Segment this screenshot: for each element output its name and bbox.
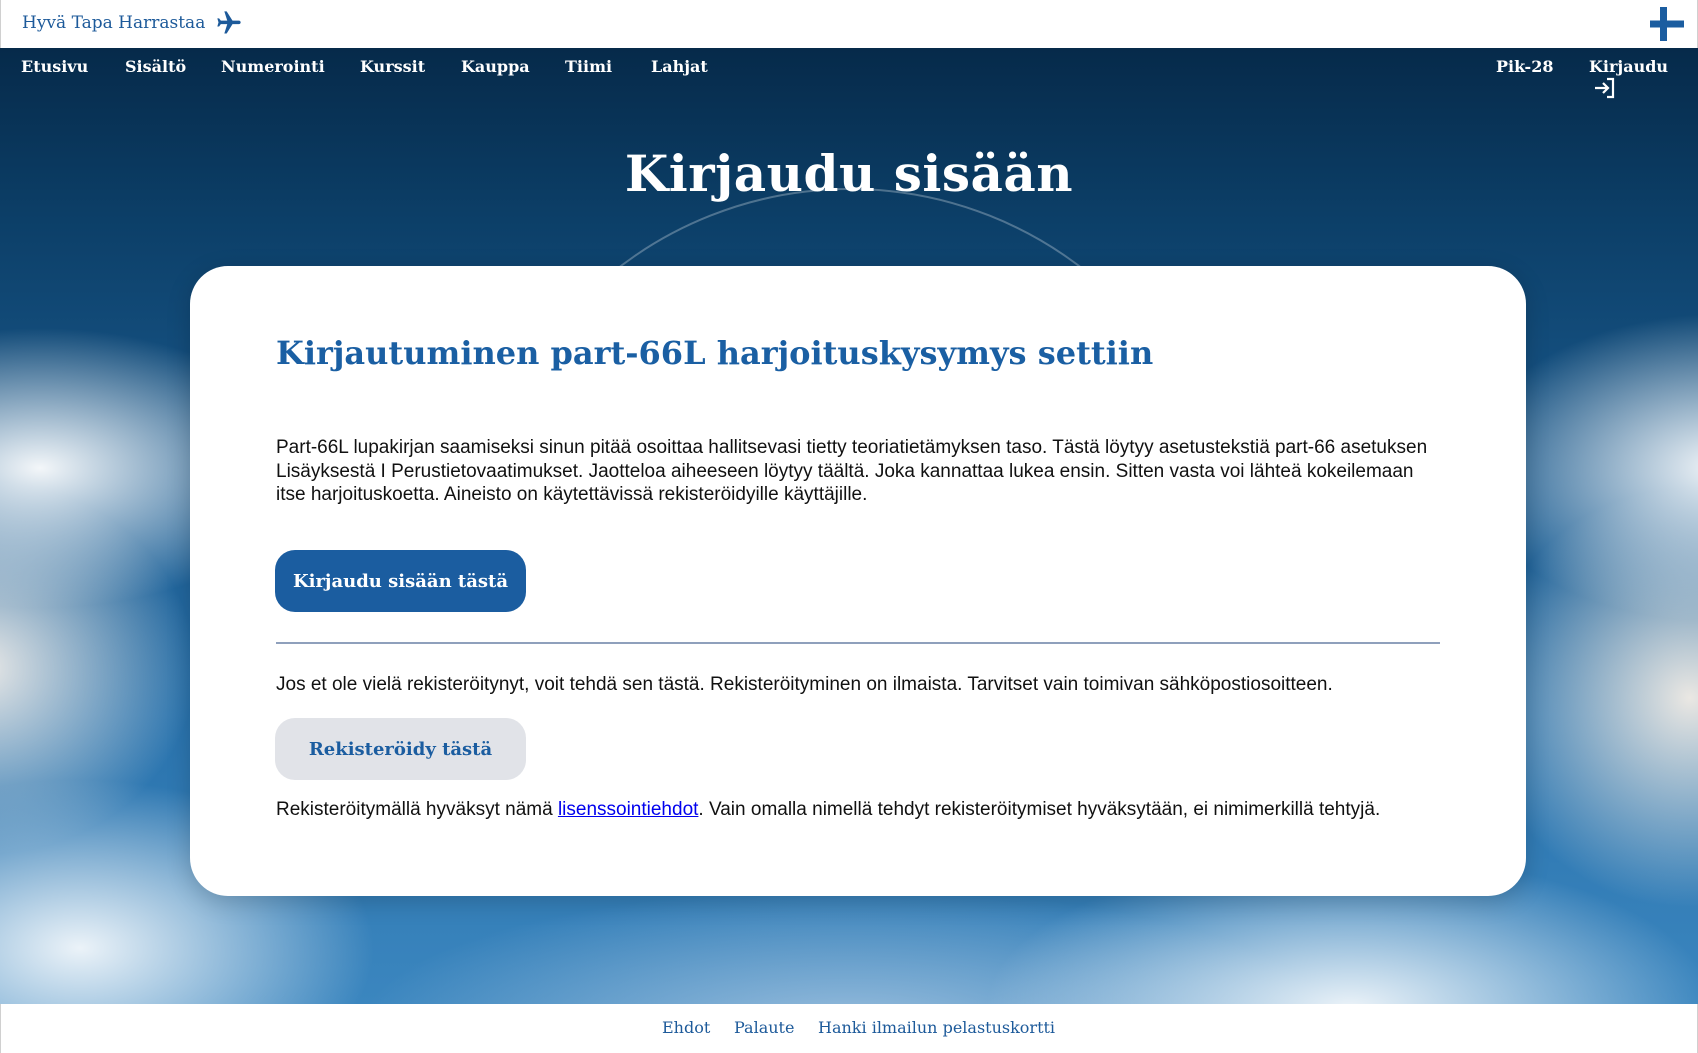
footer-link-ehdot[interactable]: Ehdot xyxy=(662,1018,710,1037)
login-arrow-icon xyxy=(1595,77,1615,99)
license-suffix: . Vain omalla nimellä tehdyt rekisteröit… xyxy=(698,799,1381,820)
top-bar: Hyvä Tapa Harrastaa xyxy=(0,0,1698,48)
nav-item-etusivu[interactable]: Etusivu xyxy=(21,57,88,76)
nav-item-tiimi[interactable]: Tiimi xyxy=(565,57,612,76)
nav-item-lahjat[interactable]: Lahjat xyxy=(651,57,708,76)
footer-link-pelastuskortti[interactable]: Hanki ilmailun pelastuskortti xyxy=(818,1018,1055,1037)
login-button[interactable]: Kirjaudu sisään tästä xyxy=(275,550,526,612)
page-title: Kirjaudu sisään xyxy=(624,144,1074,203)
register-text: Jos et ole vielä rekisteröitynyt, voit t… xyxy=(276,674,1333,695)
finnish-flag-icon[interactable] xyxy=(1649,6,1685,42)
brand-label: Hyvä Tapa Harrastaa xyxy=(22,13,206,33)
card-heading: Kirjautuminen part-66L harjoituskysymys … xyxy=(276,334,1154,372)
nav-item-sisalto[interactable]: Sisältö xyxy=(125,57,186,76)
nav-item-numerointi[interactable]: Numerointi xyxy=(221,57,325,76)
register-button[interactable]: Rekisteröidy tästä xyxy=(275,718,526,780)
intro-text: Part-66L lupakirjan saamiseksi sinun pit… xyxy=(276,437,1428,505)
license-prefix: Rekisteröitymällä hyväksyt nämä xyxy=(276,799,558,820)
main-nav: Etusivu Sisältö Numerointi Kurssit Kaupp… xyxy=(0,48,1698,99)
brand-link[interactable]: Hyvä Tapa Harrastaa xyxy=(22,9,243,37)
airplane-icon xyxy=(217,11,241,34)
license-text: Rekisteröitymällä hyväksyt nämä lisensso… xyxy=(276,799,1496,821)
nav-kirjaudu-label: Kirjaudu xyxy=(1589,57,1669,76)
login-card: Kirjautuminen part-66L harjoituskysymys … xyxy=(190,266,1526,896)
footer: Ehdot Palaute Hanki ilmailun pelastuskor… xyxy=(0,1004,1698,1053)
divider xyxy=(276,642,1440,644)
nav-item-kurssit[interactable]: Kurssit xyxy=(360,57,425,76)
nav-item-kauppa[interactable]: Kauppa xyxy=(461,57,530,76)
license-link[interactable]: lisenssointiehdot xyxy=(558,799,698,820)
nav-item-kirjaudu[interactable]: Kirjaudu xyxy=(1589,57,1698,100)
nav-item-pik28[interactable]: Pik-28 xyxy=(1496,57,1553,76)
footer-link-palaute[interactable]: Palaute xyxy=(734,1018,794,1037)
